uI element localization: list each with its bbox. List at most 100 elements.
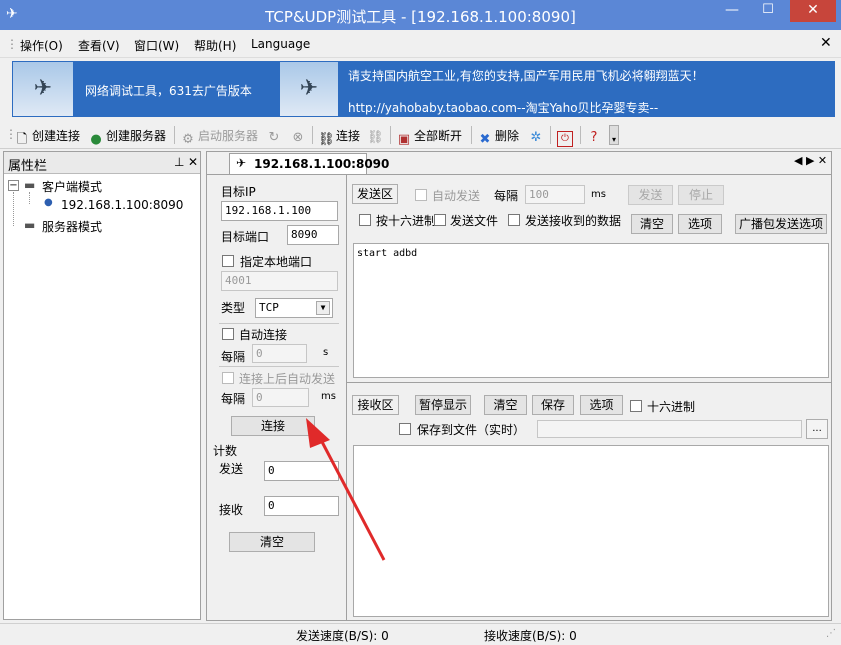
toolbar-separator (471, 126, 472, 144)
seconds-unit-label: s (323, 347, 329, 358)
refresh-icon[interactable]: ↻ (266, 127, 284, 146)
connect-toolbar-button[interactable]: ⛓连接 (318, 127, 360, 148)
send-speed: 发送速度(B/S): 0 (296, 629, 389, 643)
save-to-file-checkbox[interactable] (399, 423, 411, 435)
status-bar: 发送速度(B/S): 0 接收速度(B/S): 0 ⋰ (0, 623, 841, 645)
send-textarea[interactable]: start adbd (353, 243, 829, 378)
reconnect-interval-input[interactable]: 0 (252, 344, 307, 363)
send-file-label: 发送文件 (450, 214, 499, 228)
menu-close-icon[interactable]: ✕ (820, 35, 832, 51)
stop-icon[interactable]: ⊗ (290, 127, 308, 146)
send-received-label: 发送接收到的数据 (525, 214, 622, 228)
divider (219, 323, 339, 324)
network-icon: ▣ (397, 132, 411, 147)
start-server-button[interactable]: ⚙ 启动服务器 (180, 127, 258, 148)
save-to-file-label: 保存到文件（实时） (417, 423, 526, 437)
send-count-label: 发送 (219, 462, 244, 476)
save-file-path-input[interactable] (537, 420, 802, 438)
auto-send-on-connect-checkbox[interactable] (222, 372, 234, 384)
send-clear-button[interactable]: 清空 (631, 214, 673, 234)
minimize-button[interactable]: — (716, 0, 748, 22)
tree-connection-item[interactable]: 192.168.1.100:8090 (61, 198, 183, 212)
receive-area-button[interactable]: 接收区 (352, 395, 399, 415)
send-count-input[interactable]: 0 (264, 461, 339, 481)
local-port-checkbox[interactable] (222, 255, 234, 267)
menu-view[interactable]: 查看(V) (78, 37, 120, 54)
power-icon[interactable]: ⏻ (557, 127, 575, 147)
panel-close-icon[interactable]: ✕ (188, 155, 198, 169)
auto-send-interval-input[interactable]: 0 (252, 388, 309, 407)
create-connection-button[interactable]: 🗋 创建连接 (14, 127, 80, 148)
target-port-input[interactable]: 8090 (287, 225, 339, 245)
disconnect-icon[interactable]: ⛓ (367, 127, 385, 146)
tree-collapse-icon[interactable]: − (8, 180, 19, 191)
delete-button[interactable]: ✖ 删除 (477, 127, 519, 148)
connection-pane: ✈ 192.168.1.100:8090 ◀ ▶ ✕ 目标IP 192.168.… (206, 151, 832, 621)
recv-count-input[interactable]: 0 (264, 496, 339, 516)
tree-client-mode[interactable]: 客户端模式 (42, 178, 102, 195)
disconnect-all-button[interactable]: ▣ 全部断开 (396, 127, 462, 148)
menu-operate[interactable]: 操作(O) (20, 37, 63, 54)
hex-display-checkbox[interactable] (630, 400, 642, 412)
column-splitter[interactable] (346, 175, 347, 620)
local-port-input[interactable]: 4001 (221, 271, 338, 291)
auto-send-checkbox[interactable] (415, 189, 427, 201)
connect-button[interactable]: 连接 (231, 416, 315, 436)
close-button[interactable]: ✕ (790, 0, 836, 22)
send-options-button[interactable]: 选项 (678, 214, 722, 234)
target-ip-input[interactable]: 192.168.1.100 (221, 201, 338, 221)
send-received-checkbox[interactable] (508, 214, 520, 226)
toolbar-overflow-icon[interactable]: ▾ (609, 125, 619, 145)
target-port-label: 目标端口 (221, 230, 270, 244)
help-icon[interactable]: ? (586, 127, 604, 146)
settings-icon[interactable]: ✲ (528, 127, 546, 146)
menu-window[interactable]: 窗口(W) (134, 37, 179, 54)
auto-connect-checkbox[interactable] (222, 328, 234, 340)
menu-help[interactable]: 帮助(H) (194, 37, 236, 54)
counter-clear-button[interactable]: 清空 (229, 532, 315, 552)
resize-grip-icon[interactable]: ⋰ (826, 628, 836, 639)
server-icon: ⚙ (182, 132, 194, 147)
title-bar[interactable]: ✈ TCP&UDP测试工具 - [192.168.1.100:8090] — ☐… (0, 0, 841, 30)
ad-banner[interactable]: ✈ 网络调试工具，631去广告版本 ✈ 请支持国内航空工业,有您的支持,国产军用… (12, 61, 835, 117)
tab-connection[interactable]: ✈ 192.168.1.100:8090 (229, 153, 389, 174)
send-button[interactable]: 发送 (628, 185, 673, 205)
browse-button[interactable]: ... (806, 419, 828, 439)
banner-left-text: 网络调试工具，631去广告版本 (85, 84, 252, 98)
broadcast-options-button[interactable]: 广播包发送选项 (735, 214, 827, 234)
send-interval-input[interactable]: 100 (525, 185, 585, 204)
maximize-button[interactable]: ☐ (752, 0, 784, 22)
stop-button[interactable]: 停止 (678, 185, 724, 205)
chevron-down-icon[interactable]: ▼ (316, 301, 330, 315)
disconnect-all-label: 全部断开 (414, 129, 463, 143)
receive-clear-button[interactable]: 清空 (484, 395, 527, 415)
computer-icon: ▬ (24, 218, 36, 232)
auto-send-label: 自动发送 (432, 189, 481, 203)
tree-line (13, 192, 14, 226)
tab-label: 192.168.1.100:8090 (254, 157, 390, 171)
plug-icon: ⛓ (318, 132, 335, 147)
tree-server-mode[interactable]: 服务器模式 (42, 218, 102, 235)
hex-send-checkbox[interactable] (359, 214, 371, 226)
type-select[interactable]: TCP ▼ (255, 298, 333, 318)
save-button[interactable]: 保存 (532, 395, 574, 415)
pause-display-button[interactable]: 暂停显示 (415, 395, 471, 415)
hex-send-label: 按十六进制 (376, 214, 437, 228)
send-file-checkbox[interactable] (434, 214, 446, 226)
receive-textarea[interactable] (353, 445, 829, 617)
toolbar-separator (174, 126, 175, 144)
counter-title: 计数 (213, 444, 238, 458)
pin-icon[interactable]: ⊥ (174, 155, 184, 169)
local-port-label: 指定本地端口 (240, 255, 313, 269)
target-ip-label: 目标IP (221, 185, 256, 199)
create-server-button[interactable]: ● 创建服务器 (88, 127, 166, 148)
auto-connect-label: 自动连接 (239, 328, 288, 342)
toolbar: ⋮ 🗋 创建连接 ● 创建服务器 ⚙ 启动服务器 ↻ ⊗ ⛓连接 ⛓ ▣ 全部断开 ✖ 删… (0, 121, 841, 149)
area-splitter[interactable] (347, 382, 831, 383)
divider (219, 366, 339, 367)
tab-nav-icons[interactable]: ◀ ▶ ✕ (794, 154, 827, 167)
menu-language[interactable]: Language (251, 37, 310, 51)
send-interval-label: 每隔 (494, 189, 519, 203)
send-area-button[interactable]: 发送区 (352, 184, 398, 204)
receive-options-button[interactable]: 选项 (580, 395, 623, 415)
